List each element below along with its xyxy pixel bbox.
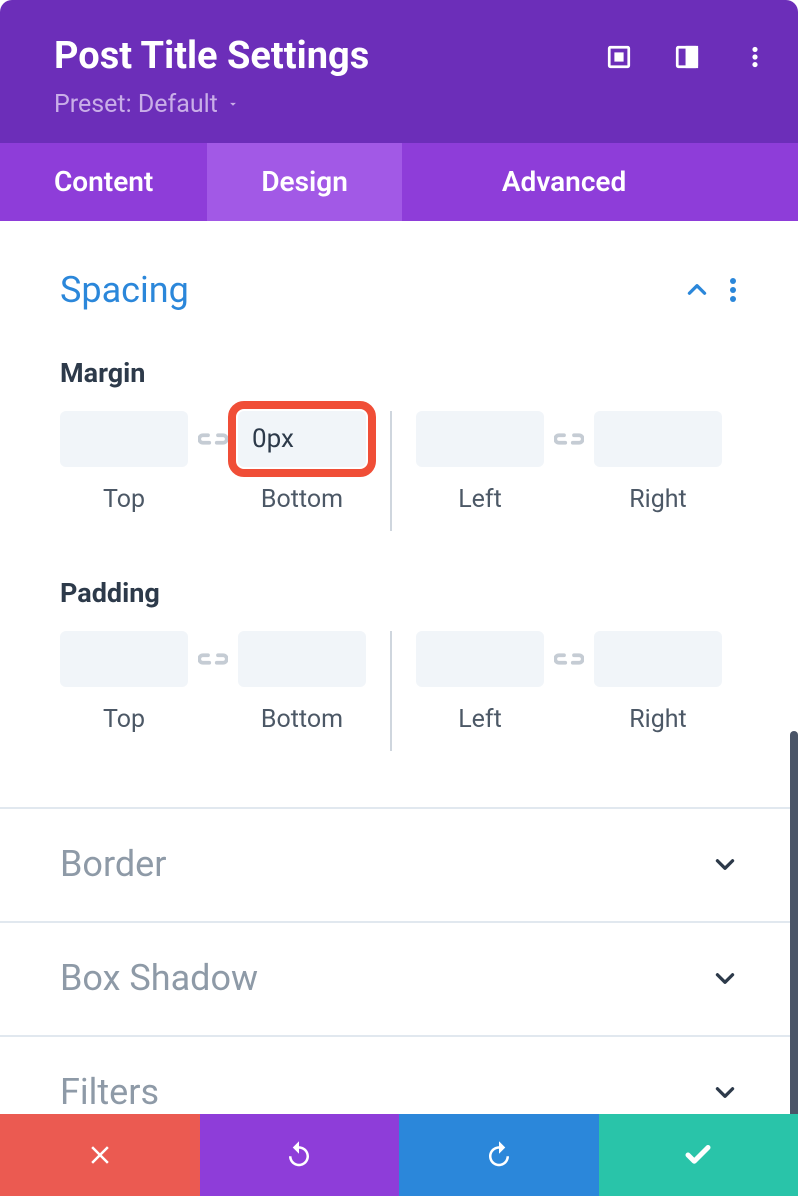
margin-right-label: Right	[629, 485, 686, 514]
margin-top-input[interactable]	[60, 411, 188, 467]
margin-row: Top Bottom Left	[60, 411, 738, 531]
action-footer	[0, 1114, 798, 1196]
padding-group: Padding Top Bottom	[60, 577, 738, 751]
vertical-divider	[390, 411, 392, 531]
section-box-shadow-header[interactable]: Box Shadow	[60, 957, 738, 999]
preset-label: Preset: Default	[54, 90, 218, 119]
undo-icon	[284, 1140, 314, 1170]
tab-content[interactable]: Content	[0, 143, 207, 221]
margin-group: Margin Top Bottom	[60, 357, 738, 531]
section-border: Border	[0, 809, 798, 923]
margin-right-input[interactable]	[594, 411, 722, 467]
section-box-shadow: Box Shadow	[0, 923, 798, 1037]
settings-panel: Post Title Settings Preset: Default Cont…	[0, 0, 798, 1196]
padding-right-input[interactable]	[594, 631, 722, 687]
more-options-icon[interactable]	[742, 44, 768, 70]
panel-header: Post Title Settings Preset: Default	[0, 0, 798, 143]
cancel-button[interactable]	[0, 1114, 200, 1196]
section-border-header[interactable]: Border	[60, 843, 738, 885]
preset-dropdown[interactable]: Preset: Default	[54, 90, 240, 119]
section-box-shadow-title: Box Shadow	[60, 957, 258, 999]
chevron-down-icon[interactable]	[712, 965, 738, 991]
tab-advanced[interactable]: Advanced	[402, 143, 674, 221]
redo-button[interactable]	[399, 1114, 599, 1196]
padding-row: Top Bottom Left	[60, 631, 738, 751]
section-spacing: Spacing Margin Top	[0, 221, 798, 809]
padding-bottom-label: Bottom	[261, 705, 343, 734]
padding-left-input[interactable]	[416, 631, 544, 687]
undo-button[interactable]	[200, 1114, 400, 1196]
padding-top-input[interactable]	[60, 631, 188, 687]
hover-settings-icon[interactable]	[674, 44, 700, 70]
padding-label: Padding	[60, 577, 738, 609]
section-spacing-title: Spacing	[60, 269, 189, 311]
margin-bottom-input[interactable]	[238, 411, 366, 467]
close-icon	[85, 1140, 115, 1170]
padding-left-label: Left	[458, 705, 502, 734]
tabs-bar: Content Design Advanced	[0, 143, 798, 221]
header-actions	[606, 44, 768, 70]
scrollbar-thumb[interactable]	[790, 731, 798, 1114]
margin-left-input[interactable]	[416, 411, 544, 467]
margin-label: Margin	[60, 357, 738, 389]
section-spacing-header[interactable]: Spacing	[60, 269, 738, 311]
margin-bottom-label: Bottom	[261, 485, 343, 514]
link-icon[interactable]	[188, 631, 238, 687]
panel-body: Spacing Margin Top	[0, 221, 798, 1114]
section-border-title: Border	[60, 843, 166, 885]
section-filters-header[interactable]: Filters	[60, 1071, 738, 1113]
padding-top-label: Top	[103, 705, 145, 734]
chevron-down-icon[interactable]	[712, 851, 738, 877]
section-filters-title: Filters	[60, 1071, 159, 1113]
link-icon[interactable]	[544, 411, 594, 467]
vertical-divider	[390, 631, 392, 751]
padding-right-label: Right	[629, 705, 686, 734]
link-icon[interactable]	[544, 631, 594, 687]
link-icon[interactable]	[188, 411, 238, 467]
responsive-preview-icon[interactable]	[606, 44, 632, 70]
chevron-down-icon[interactable]	[712, 1079, 738, 1105]
margin-top-label: Top	[103, 485, 145, 514]
tab-design[interactable]: Design	[207, 143, 402, 221]
section-options-icon[interactable]	[728, 277, 738, 303]
section-filters: Filters	[0, 1037, 798, 1114]
check-icon	[683, 1140, 713, 1170]
padding-bottom-input[interactable]	[238, 631, 366, 687]
caret-down-icon	[226, 97, 240, 111]
chevron-up-icon[interactable]	[684, 277, 710, 303]
save-button[interactable]	[599, 1114, 798, 1196]
redo-icon	[484, 1140, 514, 1170]
margin-left-label: Left	[458, 485, 502, 514]
